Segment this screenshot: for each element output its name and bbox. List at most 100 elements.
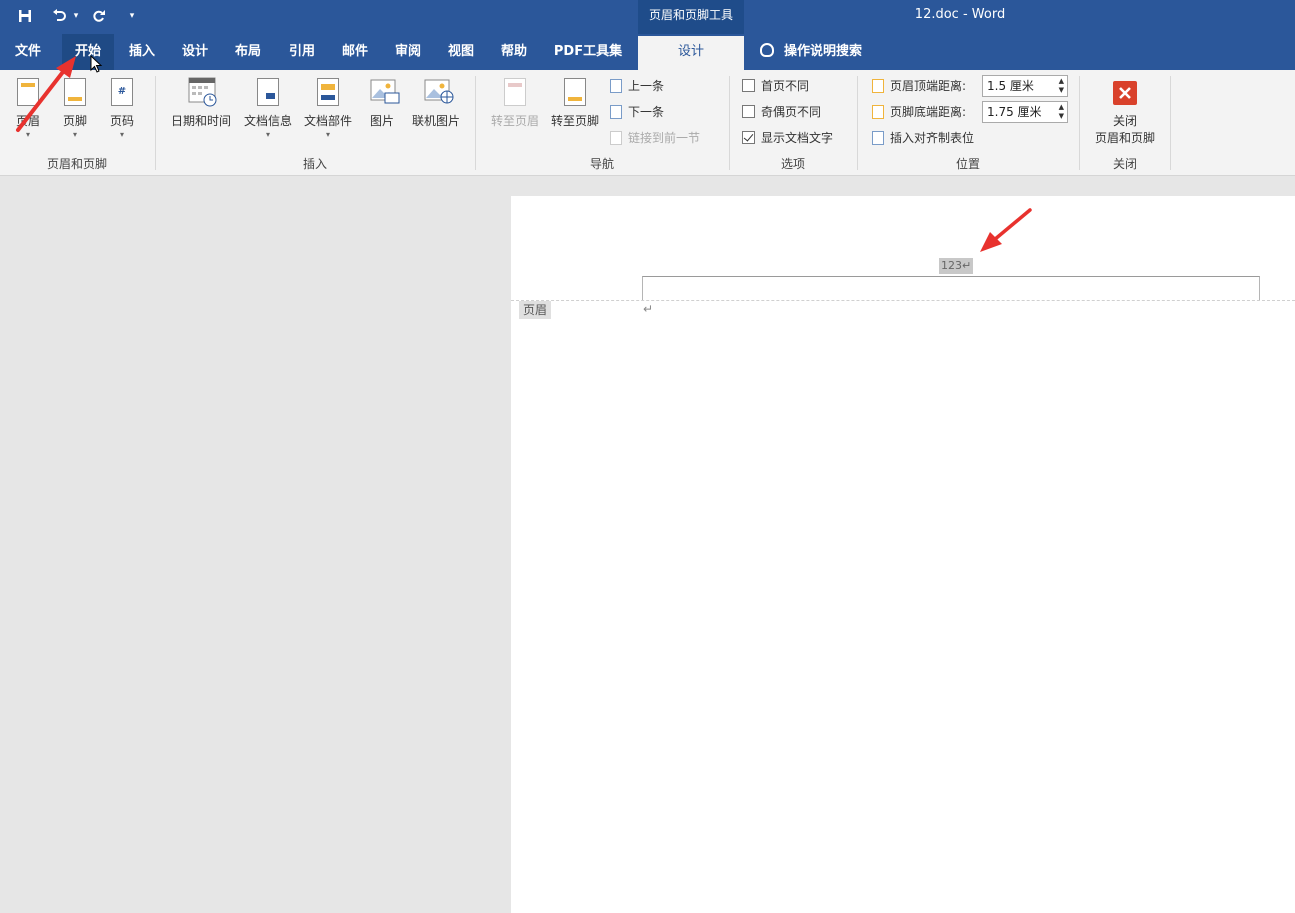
- redo-icon[interactable]: [90, 6, 108, 26]
- lightbulb-icon: [760, 43, 774, 57]
- header-button[interactable]: 页眉 ▾: [8, 76, 48, 139]
- insert-alignment-tab-button[interactable]: 插入对齐制表位: [872, 128, 974, 148]
- chevron-down-icon: ▾: [119, 130, 124, 139]
- header-top-distance-input[interactable]: 1.5 厘米 ▲ ▼: [982, 75, 1068, 97]
- group-position: 页眉顶端距离: 1.5 厘米 ▲ ▼ 页脚底端距离: 1.75 厘米 ▲ ▼ 插入对…: [858, 70, 1078, 174]
- undo-dropdown-icon[interactable]: ▾: [71, 6, 81, 26]
- goto-footer-label: 转至页脚: [550, 114, 599, 128]
- page-number-button-label: 页码: [109, 114, 134, 128]
- footer-button-label: 页脚: [62, 114, 87, 128]
- document-info-button[interactable]: 文档信息 ▾: [240, 76, 296, 139]
- header-position-icon: [872, 79, 884, 93]
- online-pictures-button[interactable]: 联机图片: [406, 76, 466, 129]
- tab-insert[interactable]: 插入: [120, 34, 164, 70]
- checkbox-unchecked-icon: [742, 79, 755, 92]
- link-to-previous-button[interactable]: 链接到前一节: [610, 128, 700, 148]
- header-top-distance-label-row: 页眉顶端距离:: [872, 76, 966, 96]
- header-tag: 页眉: [519, 301, 552, 319]
- group-label-options: 选项: [780, 157, 805, 171]
- different-odd-even-label: 奇偶页不同: [761, 105, 822, 119]
- tab-file[interactable]: 文件: [6, 34, 50, 70]
- next-label: 下一条: [628, 105, 665, 119]
- show-document-text-checkbox[interactable]: 显示文档文字: [742, 128, 833, 148]
- different-first-page-label: 首页不同: [761, 79, 810, 93]
- calendar-clock-icon: [188, 76, 217, 108]
- checkbox-unchecked-icon: [742, 105, 755, 118]
- group-label-insert: 插入: [302, 157, 327, 171]
- tab-help[interactable]: 帮助: [492, 34, 536, 70]
- group-divider: [1170, 76, 1171, 170]
- spinner-arrows-icon[interactable]: ▲ ▼: [1059, 103, 1064, 121]
- previous-label: 上一条: [628, 79, 665, 93]
- close-header-footer-button[interactable]: 关闭 页眉和页脚: [1086, 76, 1164, 146]
- link-to-previous-label: 链接到前一节: [628, 131, 701, 145]
- close-label-line1: 关闭: [1112, 114, 1137, 128]
- undo-icon[interactable]: [50, 6, 68, 26]
- group-label-header-footer: 页眉和页脚: [46, 157, 107, 171]
- pictures-button[interactable]: 图片: [360, 76, 404, 129]
- chevron-down-icon: ▾: [325, 130, 330, 139]
- close-label-line2: 页眉和页脚: [1094, 131, 1155, 145]
- alignment-tab-icon: [872, 131, 884, 145]
- tab-design[interactable]: 设计: [173, 34, 217, 70]
- chevron-down-icon: ▾: [265, 130, 270, 139]
- document-page[interactable]: 123↵ 页眉 ↵: [511, 196, 1295, 913]
- link-icon: [610, 131, 622, 145]
- date-time-label: 日期和时间: [170, 114, 231, 128]
- goto-header-button[interactable]: 转至页眉: [484, 76, 546, 129]
- tab-pdf-tools[interactable]: PDF工具集: [546, 34, 630, 70]
- header-button-label: 页眉: [15, 114, 40, 128]
- page-number-button[interactable]: # 页码 ▾: [102, 76, 142, 139]
- header-top-distance-value: 1.5 厘米: [987, 79, 1034, 93]
- tab-review[interactable]: 审阅: [386, 34, 430, 70]
- header-area[interactable]: [642, 276, 1260, 300]
- next-button[interactable]: 下一条: [610, 102, 664, 122]
- checkbox-checked-icon: [742, 131, 755, 144]
- chevron-down-icon: ▾: [72, 130, 77, 139]
- context-tool-title: 页眉和页脚工具: [638, 0, 744, 34]
- page-number-icon: #: [109, 76, 135, 108]
- chevron-down-icon: ▾: [25, 130, 30, 139]
- footer-icon: [62, 76, 88, 108]
- date-time-button[interactable]: 日期和时间: [164, 76, 238, 129]
- spinner-arrows-icon[interactable]: ▲ ▼: [1059, 77, 1064, 95]
- picture-icon: [369, 76, 400, 108]
- online-pictures-label: 联机图片: [411, 114, 460, 128]
- header-icon: [15, 76, 41, 108]
- ribbon: 页眉 ▾ 页脚 ▾ # 页码 ▾ 页眉和页脚 日期和时间 文档信息 ▾ 文档部件…: [0, 70, 1295, 176]
- goto-header-label: 转至页眉: [490, 114, 539, 128]
- tab-references[interactable]: 引用: [280, 34, 324, 70]
- quick-parts-button[interactable]: 文档部件 ▾: [300, 76, 356, 139]
- tell-me-label: 操作说明搜索: [784, 44, 863, 59]
- header-text[interactable]: 123↵: [939, 258, 974, 274]
- tell-me-search[interactable]: 操作说明搜索: [760, 34, 862, 70]
- group-label-close: 关闭: [1112, 157, 1137, 171]
- online-picture-icon: [423, 76, 454, 108]
- group-navigation: 转至页眉 转至页脚 上一条 下一条 链接到前一节 导航: [476, 70, 728, 174]
- footer-bottom-distance-input[interactable]: 1.75 厘米 ▲ ▼: [982, 101, 1068, 123]
- group-label-navigation: 导航: [589, 157, 614, 171]
- save-icon[interactable]: [16, 6, 34, 26]
- tab-layout[interactable]: 布局: [226, 34, 270, 70]
- tab-view[interactable]: 视图: [439, 34, 483, 70]
- document-title: 12.doc - Word: [914, 7, 1006, 22]
- paragraph-mark: ↵: [643, 302, 654, 316]
- goto-footer-icon: [562, 76, 588, 108]
- group-insert: 日期和时间 文档信息 ▾ 文档部件 ▾ 图片 联机图片 插入: [156, 70, 474, 174]
- footer-button[interactable]: 页脚 ▾: [55, 76, 95, 139]
- different-odd-even-checkbox[interactable]: 奇偶页不同: [742, 102, 821, 122]
- tab-home[interactable]: 开始: [62, 34, 114, 70]
- different-first-page-checkbox[interactable]: 首页不同: [742, 76, 809, 96]
- goto-footer-button[interactable]: 转至页脚: [546, 76, 604, 129]
- footer-bottom-distance-label-row: 页脚底端距离:: [872, 102, 966, 122]
- tab-hf-design[interactable]: 设计: [638, 36, 744, 70]
- tab-mailings[interactable]: 邮件: [333, 34, 377, 70]
- header-top-distance-label: 页眉顶端距离:: [890, 79, 967, 93]
- customize-qat-icon[interactable]: ▾: [126, 6, 138, 26]
- show-document-text-label: 显示文档文字: [761, 131, 834, 145]
- footer-position-icon: [872, 105, 884, 119]
- previous-button[interactable]: 上一条: [610, 76, 664, 96]
- header-boundary: [511, 300, 1295, 301]
- group-header-footer: 页眉 ▾ 页脚 ▾ # 页码 ▾ 页眉和页脚: [0, 70, 154, 174]
- ribbon-tabs: 文件 开始 插入 设计 布局 引用 邮件 审阅 视图 帮助 PDF工具集 设计 …: [0, 34, 1295, 70]
